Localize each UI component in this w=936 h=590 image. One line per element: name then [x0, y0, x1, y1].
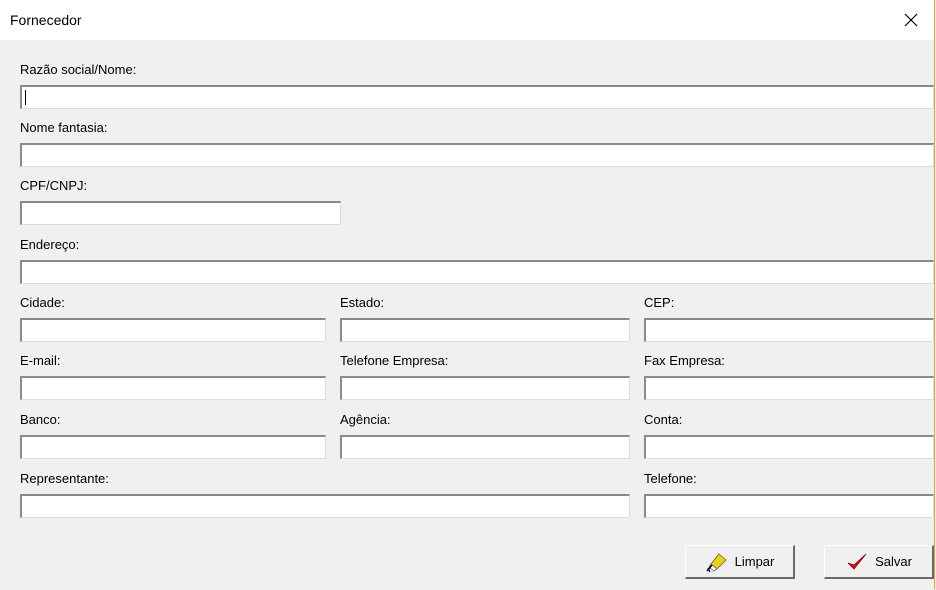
- close-button[interactable]: [888, 0, 934, 40]
- endereco-label: Endereço:: [20, 237, 80, 252]
- email-label: E-mail:: [20, 353, 61, 368]
- text-caret: [25, 90, 26, 105]
- cidade-field[interactable]: [20, 318, 326, 342]
- window-title: Fornecedor: [10, 12, 82, 28]
- fax-empresa-field[interactable]: [644, 376, 934, 400]
- close-icon: [904, 13, 918, 27]
- telefone-label: Telefone:: [644, 471, 697, 486]
- salvar-label: Salvar: [875, 554, 912, 569]
- razao-social-field[interactable]: [20, 85, 934, 109]
- representante-field[interactable]: [20, 494, 630, 518]
- salvar-button[interactable]: Salvar: [824, 545, 934, 579]
- fax-empresa-label: Fax Empresa:: [644, 353, 725, 368]
- representante-label: Representante:: [20, 471, 109, 486]
- nome-fantasia-field[interactable]: [20, 143, 934, 167]
- estado-field[interactable]: [340, 318, 630, 342]
- cep-field[interactable]: [644, 318, 934, 342]
- fornecedor-dialog: Fornecedor Razão social/Nome: Nome fanta…: [0, 0, 935, 589]
- checkmark-icon: [847, 553, 867, 570]
- conta-label: Conta:: [644, 412, 683, 427]
- cidade-label: Cidade:: [20, 295, 65, 310]
- telefone-field[interactable]: [644, 494, 934, 518]
- cpf-cnpj-label: CPF/CNPJ:: [20, 178, 88, 193]
- conta-field[interactable]: [644, 435, 934, 459]
- estado-label: Estado:: [340, 295, 385, 310]
- cpf-cnpj-field[interactable]: [20, 201, 341, 225]
- banco-field[interactable]: [20, 435, 326, 459]
- banco-label: Banco:: [20, 412, 61, 427]
- title-bar: Fornecedor: [0, 0, 934, 40]
- agencia-field[interactable]: [340, 435, 630, 459]
- razao-social-label: Razão social/Nome:: [20, 62, 137, 77]
- limpar-label: Limpar: [734, 554, 775, 569]
- endereco-field[interactable]: [20, 260, 934, 284]
- agencia-label: Agência:: [340, 412, 391, 427]
- telefone-empresa-label: Telefone Empresa:: [340, 353, 449, 368]
- telefone-empresa-field[interactable]: [340, 376, 630, 400]
- eraser-icon: [706, 552, 727, 572]
- email-field[interactable]: [20, 376, 326, 400]
- limpar-button[interactable]: Limpar: [685, 545, 795, 579]
- nome-fantasia-label: Nome fantasia:: [20, 120, 108, 135]
- cep-label: CEP:: [644, 295, 675, 310]
